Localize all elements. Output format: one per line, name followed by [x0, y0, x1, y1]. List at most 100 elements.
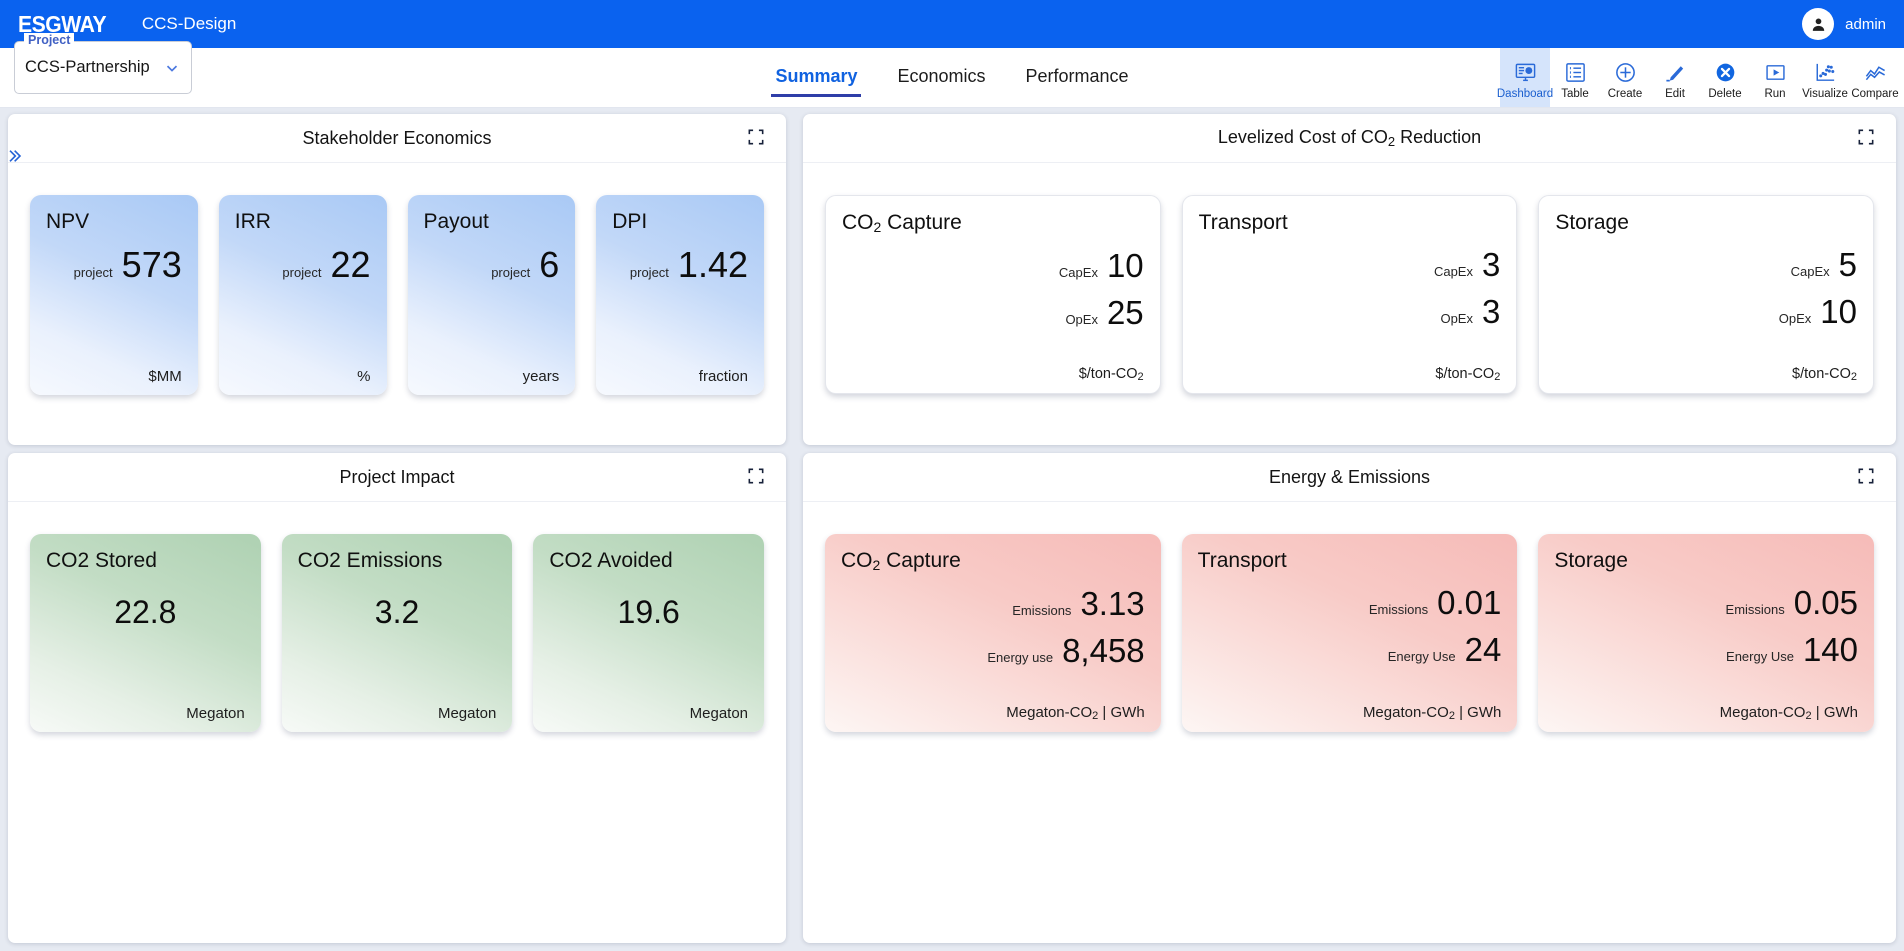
- impact-card-co2-stored[interactable]: CO2 Stored 22.8 Megaton: [30, 534, 261, 732]
- toolbar-table-button[interactable]: Table: [1550, 48, 1600, 107]
- cost-card-co2-capture[interactable]: CO2 Capture CapEx 10 OpEx 25 $/ton-CO2: [825, 195, 1161, 394]
- impact-value: 3.2: [374, 594, 420, 631]
- tab-performance[interactable]: Performance: [1024, 61, 1131, 97]
- metric-key: project: [282, 265, 322, 281]
- title-pre: Storage: [1555, 211, 1629, 234]
- metric-card-title: Payout: [423, 210, 489, 233]
- energy-card-co2-capture[interactable]: CO2 Capture Emissions 3.13 Energy use 8,…: [825, 534, 1161, 732]
- energy-unit: Megaton-CO2 | GWh: [1198, 704, 1502, 722]
- expand-icon[interactable]: [746, 127, 768, 149]
- energy-unit: Megaton-CO2 | GWh: [1554, 704, 1858, 722]
- panel-card-row: CO2 Capture CapEx 10 OpEx 25 $/ton-CO2 T…: [803, 163, 1896, 445]
- toolbar-visualize-button[interactable]: Visualize: [1800, 48, 1850, 107]
- toolbar-create-button[interactable]: Create: [1600, 48, 1650, 107]
- metric-key: OpEx: [1065, 312, 1098, 328]
- metric-row-opex: OpEx 25: [842, 294, 1144, 332]
- project-select[interactable]: Project CCS-Partnership: [14, 33, 192, 94]
- metric-value: 25: [1106, 294, 1144, 332]
- title-pre: CO: [841, 549, 873, 572]
- user-menu[interactable]: admin: [1802, 8, 1886, 40]
- panel-card-row: CO2 Stored 22.8 Megaton CO2 Emissions 3.…: [8, 502, 786, 943]
- metric-unit: $/ton-CO2: [1199, 366, 1501, 383]
- unit-post: | GWh: [1098, 704, 1145, 721]
- cost-card-storage[interactable]: Storage CapEx 5 OpEx 10 $/ton-CO2: [1538, 195, 1875, 394]
- energy-card-transport[interactable]: Transport Emissions 0.01 Energy Use 24 M…: [1181, 534, 1518, 732]
- energy-card-title: Storage: [1554, 549, 1858, 572]
- metric-card-irr[interactable]: IRR project 22 %: [218, 195, 387, 395]
- metric-row: project 1.42: [612, 247, 748, 283]
- metric-value: 3: [1481, 246, 1501, 284]
- panel-project-impact: Project Impact CO2 Stored 22.8 Megaton C…: [8, 453, 786, 943]
- tab-economics[interactable]: Economics: [895, 61, 987, 97]
- title-pre: Storage: [1554, 549, 1628, 572]
- avatar[interactable]: [1802, 8, 1835, 40]
- toolbar-edit-label: Edit: [1665, 87, 1685, 100]
- metric-row-capex: CapEx 10: [842, 249, 1144, 282]
- toolbar-compare-button[interactable]: Compare: [1850, 48, 1900, 107]
- tab-summary[interactable]: Summary: [771, 61, 862, 97]
- metric-card-dpi[interactable]: DPI project 1.42 fraction: [596, 195, 764, 395]
- toolbar-delete-button[interactable]: Delete: [1700, 48, 1750, 107]
- top-app-bar: ESGWAY CCS-Design admin: [0, 0, 1904, 48]
- title-post: Capture: [880, 549, 961, 572]
- energy-card-title: CO2 Capture: [841, 549, 1145, 573]
- energy-card-storage[interactable]: Storage Emissions 0.05 Energy Use 140 Me…: [1538, 534, 1875, 732]
- metric-card-title: NPV: [46, 210, 90, 233]
- panel-header: Energy & Emissions: [803, 453, 1896, 502]
- metric-card-npv[interactable]: NPV project 573 $MM: [30, 195, 198, 395]
- toolbar-edit-button[interactable]: Edit: [1650, 48, 1700, 107]
- impact-card-co2-avoided[interactable]: CO2 Avoided 19.6 Megaton: [533, 534, 765, 732]
- chevron-down-icon[interactable]: [163, 59, 181, 77]
- metric-row-energy-use: Energy use 8,458: [841, 634, 1144, 667]
- unit-sub: 2: [1137, 371, 1144, 383]
- panel-card-row: CO2 Capture Emissions 3.13 Energy use 8,…: [803, 502, 1896, 943]
- metric-value: 1.42: [677, 244, 748, 286]
- project-select-label: Project: [24, 33, 75, 47]
- metric-row-capex: CapEx 3: [1199, 246, 1501, 284]
- expand-icon[interactable]: [1856, 466, 1878, 488]
- action-toolbar: Dashboard Table Create Edit Delete Run V…: [1497, 48, 1900, 107]
- toolbar-run-label: Run: [1764, 87, 1786, 100]
- metric-key: project: [491, 265, 531, 281]
- impact-card-co2-emissions[interactable]: CO2 Emissions 3.2 Megaton: [281, 534, 513, 732]
- app-name-label: CCS-Design: [141, 14, 237, 33]
- sidebar-expand-button[interactable]: [0, 126, 27, 186]
- metric-value: 24: [1464, 631, 1502, 669]
- metric-card-payout[interactable]: Payout project 6 years: [407, 195, 576, 395]
- metric-value: 0.05: [1793, 584, 1859, 622]
- cost-card-transport[interactable]: Transport CapEx 3 OpEx 3 $/ton-CO2: [1181, 195, 1518, 394]
- metric-value: 6: [539, 244, 560, 286]
- expand-icon[interactable]: [746, 466, 768, 488]
- panel-title-pre: Levelized Cost of CO: [1217, 127, 1388, 147]
- metric-value: 22: [330, 244, 371, 286]
- panel-header: Project Impact: [8, 453, 786, 502]
- user-name-label: admin: [1845, 15, 1886, 33]
- title-post: Capture: [881, 211, 962, 234]
- unit-pre: $/ton-CO: [1078, 366, 1138, 382]
- unit-sub: 2: [1494, 371, 1501, 383]
- unit-sub: 2: [1850, 371, 1858, 383]
- metric-row: project 22: [235, 244, 371, 286]
- toolbar-table-label: Table: [1561, 87, 1589, 100]
- toolbar-run-button[interactable]: Run: [1750, 48, 1800, 107]
- impact-value: 22.8: [114, 594, 177, 631]
- toolbar-compare-label: Compare: [1851, 87, 1899, 100]
- metric-value: 573: [121, 244, 182, 286]
- metric-value: 0.01: [1437, 584, 1502, 622]
- metric-row: project 573: [46, 247, 182, 283]
- unit-post: | GWh: [1454, 704, 1502, 721]
- metric-key: Emissions: [1368, 602, 1429, 618]
- toolbar-create-label: Create: [1607, 87, 1643, 100]
- panel-header: Stakeholder Economics: [8, 114, 786, 163]
- toolbar-dashboard-button[interactable]: Dashboard: [1497, 48, 1553, 107]
- impact-unit: Megaton: [437, 705, 497, 722]
- person-icon: [1812, 17, 1824, 31]
- energy-card-title: Transport: [1198, 549, 1502, 572]
- unit-pre: $/ton-CO: [1435, 366, 1495, 382]
- impact-unit: Megaton: [689, 705, 749, 722]
- panel-title: Levelized Cost of CO2 Reduction: [1218, 127, 1481, 149]
- pencil-icon: [1664, 60, 1687, 85]
- expand-icon[interactable]: [1856, 127, 1878, 149]
- metric-key: OpEx: [1778, 311, 1812, 327]
- impact-unit: Megaton: [186, 705, 245, 722]
